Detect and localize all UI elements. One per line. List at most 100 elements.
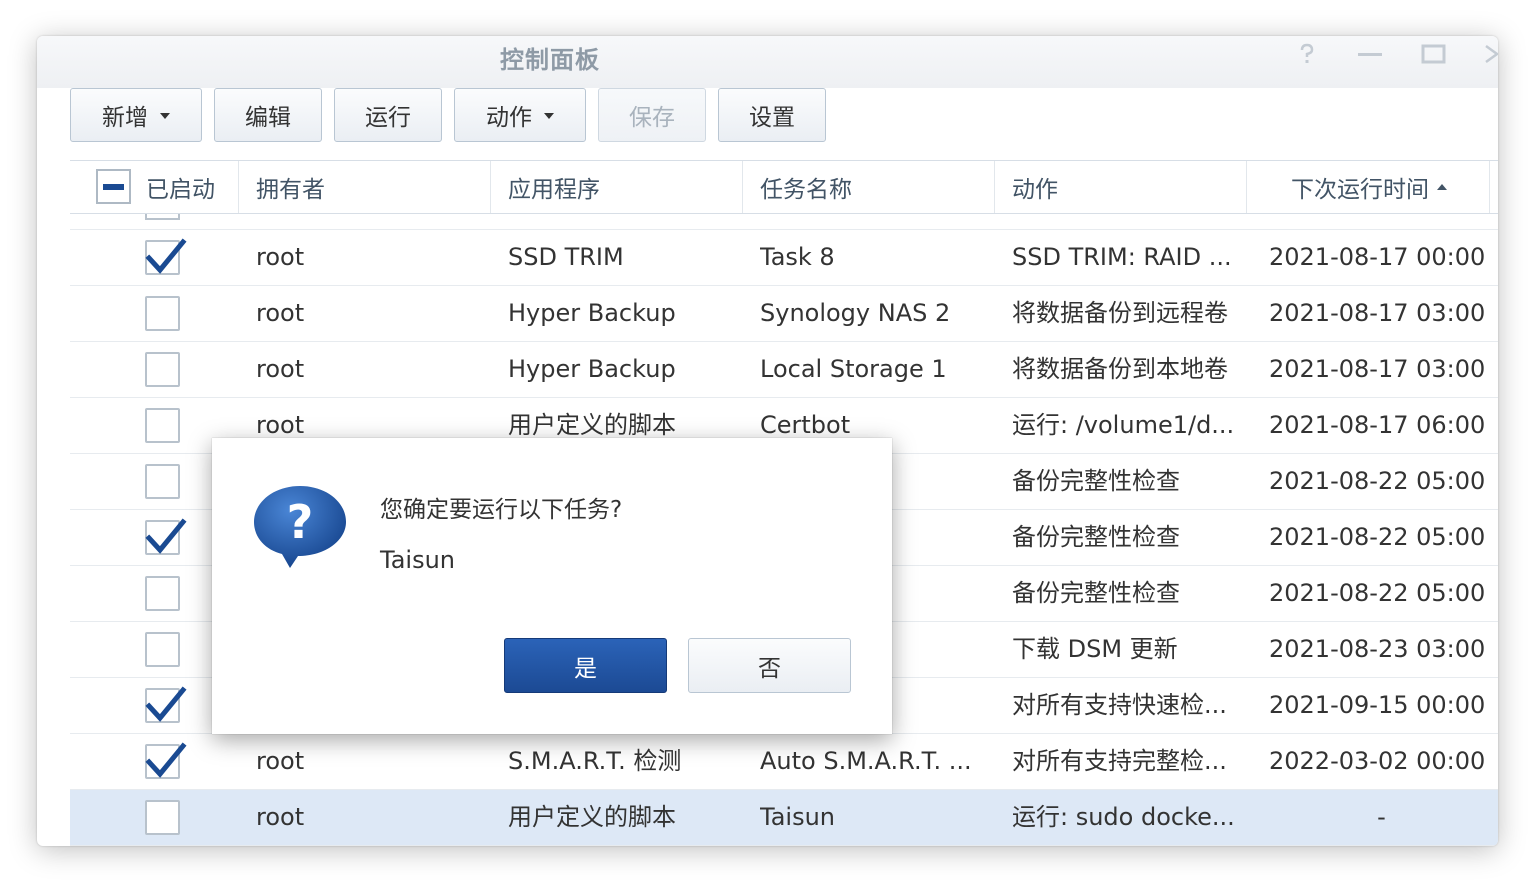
no-button[interactable]: 否: [688, 638, 851, 693]
owner-cell: root: [256, 299, 305, 327]
action-button[interactable]: 动作: [454, 88, 586, 142]
confirm-run-dialog: ? 您确定要运行以下任务? Taisun 是 否: [212, 438, 892, 734]
next-run-cell: 2021-08-17 03:00: [1269, 299, 1486, 327]
row-checkbox[interactable]: [145, 800, 180, 835]
action-cell: 备份完整性检查: [1012, 467, 1180, 495]
column-header-label: 已启动: [146, 177, 215, 203]
action-cell: 运行: sudo docke...: [1012, 803, 1235, 831]
column-header-owner[interactable]: 拥有者: [239, 161, 491, 213]
owner-cell: root: [256, 747, 305, 775]
action-cell: 对所有支持完整检...: [1012, 747, 1227, 775]
close-icon[interactable]: [1483, 42, 1498, 72]
next-run-cell: -: [1377, 803, 1386, 831]
next-run-cell: 2022-03-02 00:00: [1269, 747, 1486, 775]
table-row[interactable]: root Hyper Backup Local Storage 1 将数据备份到本地卷…: [70, 342, 1498, 398]
yes-button[interactable]: 是: [504, 638, 667, 693]
chevron-down-icon: [544, 113, 554, 119]
row-checkbox[interactable]: [145, 576, 180, 611]
save-button[interactable]: 保存: [598, 88, 706, 142]
title-bar: 控制面板: [37, 36, 1498, 88]
column-header-label: 拥有者: [256, 177, 325, 203]
next-run-cell: 2021-08-22 05:00: [1269, 579, 1486, 607]
new-button[interactable]: 新增: [70, 88, 202, 142]
run-button[interactable]: 运行: [334, 88, 442, 142]
column-header-task[interactable]: 任务名称: [743, 161, 995, 213]
task-name-cell: Synology NAS 2: [760, 299, 951, 327]
window-title: 控制面板: [500, 46, 600, 74]
column-header-enabled[interactable]: 已启动: [70, 161, 239, 213]
chevron-down-icon: [160, 113, 170, 119]
edit-button-label: 编辑: [245, 105, 291, 131]
checkmark-icon: [145, 238, 187, 274]
settings-button[interactable]: 设置: [718, 88, 826, 142]
action-cell: 下载 DSM 更新: [1012, 635, 1178, 663]
help-icon[interactable]: [1295, 42, 1319, 72]
row-checkbox[interactable]: [145, 686, 187, 723]
table-row[interactable]: root 用户定义的脚本 Taisun 运行: sudo docke... -: [70, 790, 1498, 846]
app-cell: Hyper Backup: [508, 299, 676, 327]
column-header-label: 应用程序: [508, 177, 600, 203]
row-checkbox[interactable]: [145, 238, 187, 275]
next-run-cell: 2021-08-17 00:00: [1269, 243, 1486, 271]
next-run-cell: 2021-09-15 00:00: [1269, 691, 1486, 719]
table-row-partial: [70, 214, 1498, 230]
row-checkbox[interactable]: [145, 518, 187, 555]
table-row[interactable]: root Hyper Backup Synology NAS 2 将数据备份到远程卷 2…: [70, 286, 1498, 342]
next-run-cell: 2021-08-17 06:00: [1269, 411, 1486, 439]
row-checkbox[interactable]: [145, 296, 180, 331]
owner-cell: root: [256, 355, 305, 383]
edit-button[interactable]: 编辑: [214, 88, 322, 142]
save-button-label: 保存: [629, 105, 675, 131]
minimize-icon[interactable]: [1357, 42, 1383, 72]
row-checkbox[interactable]: [145, 464, 180, 499]
svg-text:?: ?: [287, 495, 314, 549]
task-name-cell: Local Storage 1: [760, 355, 947, 383]
grid-header: 已启动 拥有者 应用程序 任务名称 动作 下次运行时间: [70, 160, 1498, 214]
action-cell: 将数据备份到远程卷: [1012, 299, 1228, 327]
maximize-icon[interactable]: [1421, 42, 1447, 72]
run-button-label: 运行: [365, 105, 411, 131]
column-header-label: 下次运行时间: [1291, 177, 1429, 203]
column-header-label: 动作: [1012, 177, 1058, 203]
action-cell: 备份完整性检查: [1012, 579, 1180, 607]
dialog-message: 您确定要运行以下任务?: [380, 497, 623, 523]
question-icon: ?: [250, 482, 350, 574]
action-cell: 备份完整性检查: [1012, 523, 1180, 551]
checkmark-icon: [145, 518, 187, 554]
owner-cell: root: [256, 243, 305, 271]
app-cell: 用户定义的脚本: [508, 803, 676, 831]
sort-ascending-icon: [1437, 184, 1447, 190]
next-run-cell: 2021-08-22 05:00: [1269, 523, 1486, 551]
column-header-app[interactable]: 应用程序: [491, 161, 743, 213]
row-checkbox[interactable]: [145, 408, 180, 443]
table-row[interactable]: root S.M.A.R.T. 检测 Auto S.M.A.R.T. ... 对所有支…: [70, 734, 1498, 790]
row-checkbox[interactable]: [145, 214, 180, 220]
checkmark-icon: [145, 742, 187, 778]
next-run-cell: 2021-08-17 03:00: [1269, 355, 1486, 383]
next-run-cell: 2021-08-23 03:00: [1269, 635, 1486, 663]
row-checkbox[interactable]: [145, 742, 187, 779]
row-checkbox[interactable]: [145, 352, 180, 387]
select-all-checkbox[interactable]: [96, 169, 131, 204]
new-button-label: 新增: [102, 105, 148, 131]
row-checkbox[interactable]: [145, 632, 180, 667]
column-header-label: 任务名称: [760, 177, 852, 203]
column-header-next-run[interactable]: 下次运行时间: [1247, 161, 1490, 213]
column-header-action[interactable]: 动作: [995, 161, 1247, 213]
next-run-cell: 2021-08-22 05:00: [1269, 467, 1486, 495]
table-row[interactable]: root SSD TRIM Task 8 SSD TRIM: RAID ... 2021…: [70, 230, 1498, 286]
app-cell: S.M.A.R.T. 检测: [508, 747, 682, 775]
checkmark-icon: [145, 686, 187, 722]
task-name-cell: Taisun: [760, 803, 835, 831]
action-cell: 运行: /volume1/d...: [1012, 411, 1235, 439]
dialog-task-name: Taisun: [380, 546, 455, 574]
indeterminate-icon: [103, 184, 124, 190]
app-cell: Hyper Backup: [508, 355, 676, 383]
action-cell: 将数据备份到本地卷: [1012, 355, 1228, 383]
task-name-cell: Task 8: [760, 243, 835, 271]
settings-button-label: 设置: [749, 105, 795, 131]
task-name-cell: Auto S.M.A.R.T. ...: [760, 747, 972, 775]
action-cell: SSD TRIM: RAID ...: [1012, 243, 1232, 271]
owner-cell: root: [256, 803, 305, 831]
app-cell: SSD TRIM: [508, 243, 624, 271]
